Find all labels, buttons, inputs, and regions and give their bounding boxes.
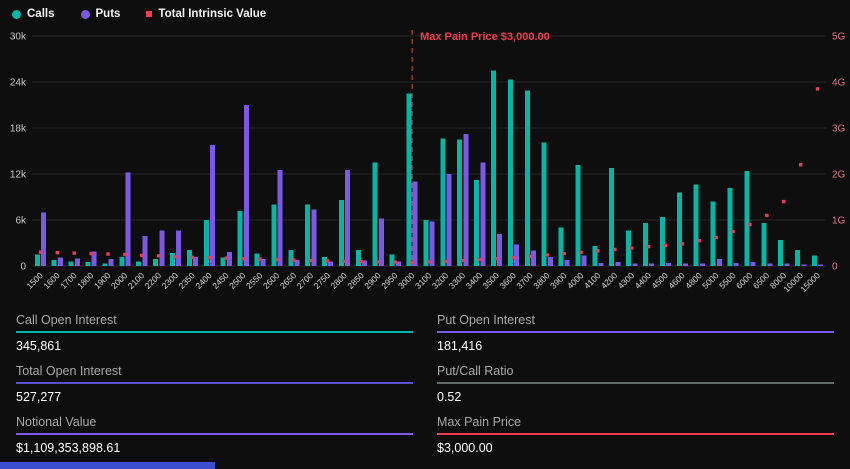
svg-text:4500: 4500 <box>649 270 670 291</box>
legend-item-puts[interactable]: Puts <box>81 8 121 20</box>
legend-item-calls[interactable]: Calls <box>12 8 55 20</box>
svg-text:2300: 2300 <box>160 270 181 291</box>
svg-text:2400: 2400 <box>193 270 214 291</box>
stat-label: Total Open Interest <box>16 359 413 382</box>
svg-text:2600: 2600 <box>261 270 282 291</box>
svg-text:0: 0 <box>832 262 838 273</box>
svg-text:1600: 1600 <box>41 270 62 291</box>
stat-put-open-interest: Put Open Interest 181,416 <box>437 308 834 359</box>
stat-value: 0.52 <box>437 384 834 410</box>
svg-text:30k: 30k <box>10 32 27 43</box>
svg-text:3700: 3700 <box>514 270 535 291</box>
stat-label: Put/Call Ratio <box>437 359 834 382</box>
svg-text:1700: 1700 <box>58 270 79 291</box>
svg-text:1G: 1G <box>832 216 846 227</box>
svg-text:5500: 5500 <box>717 270 738 291</box>
svg-text:4000: 4000 <box>565 270 586 291</box>
stats-panel: Call Open Interest 345,861 Put Open Inte… <box>0 306 850 461</box>
legend-label-calls: Calls <box>27 8 55 20</box>
stat-call-open-interest: Call Open Interest 345,861 <box>16 308 413 359</box>
chart-legend: Calls Puts Total Intrinsic Value <box>0 0 850 26</box>
svg-text:3900: 3900 <box>548 270 569 291</box>
svg-text:18k: 18k <box>10 124 27 135</box>
legend-label-puts: Puts <box>96 8 121 20</box>
svg-text:0: 0 <box>20 262 26 273</box>
svg-text:2700: 2700 <box>295 270 316 291</box>
svg-text:4G: 4G <box>832 78 846 89</box>
svg-text:4100: 4100 <box>582 270 603 291</box>
horizontal-scrollbar-thumb[interactable] <box>0 462 215 469</box>
stat-label: Notional Value <box>16 410 413 433</box>
svg-text:2900: 2900 <box>362 270 383 291</box>
svg-text:1800: 1800 <box>75 270 96 291</box>
svg-text:6k: 6k <box>15 216 27 227</box>
svg-text:2100: 2100 <box>126 270 147 291</box>
stat-total-open-interest: Total Open Interest 527,277 <box>16 359 413 410</box>
svg-text:6500: 6500 <box>751 270 772 291</box>
stat-label: Max Pain Price <box>437 410 834 433</box>
svg-text:1900: 1900 <box>92 270 113 291</box>
stat-notional-value: Notional Value $1,109,353,898.61 <box>16 410 413 461</box>
svg-text:12k: 12k <box>10 170 27 181</box>
svg-text:1500: 1500 <box>24 270 45 291</box>
svg-text:4600: 4600 <box>666 270 687 291</box>
svg-text:2850: 2850 <box>345 270 366 291</box>
svg-text:3200: 3200 <box>430 270 451 291</box>
svg-text:24k: 24k <box>10 78 27 89</box>
stat-value: $3,000.00 <box>437 435 834 461</box>
stat-label: Call Open Interest <box>16 308 413 331</box>
svg-text:2750: 2750 <box>312 270 333 291</box>
svg-text:4200: 4200 <box>599 270 620 291</box>
svg-text:Max Pain Price $3,000.00: Max Pain Price $3,000.00 <box>420 31 550 43</box>
puts-marker-icon <box>81 10 90 19</box>
calls-marker-icon <box>12 10 21 19</box>
stat-value: 181,416 <box>437 333 834 359</box>
stat-value: 345,861 <box>16 333 413 359</box>
svg-text:3600: 3600 <box>497 270 518 291</box>
svg-text:4400: 4400 <box>633 270 654 291</box>
stat-label: Put Open Interest <box>437 308 834 331</box>
svg-text:3000: 3000 <box>396 270 417 291</box>
stat-put-call-ratio: Put/Call Ratio 0.52 <box>437 359 834 410</box>
svg-text:5G: 5G <box>832 32 846 43</box>
svg-text:3300: 3300 <box>447 270 468 291</box>
svg-text:15000: 15000 <box>798 270 822 294</box>
svg-text:2950: 2950 <box>379 270 400 291</box>
svg-text:2500: 2500 <box>227 270 248 291</box>
svg-text:5000: 5000 <box>700 270 721 291</box>
svg-text:3500: 3500 <box>481 270 502 291</box>
svg-text:3800: 3800 <box>531 270 552 291</box>
stat-value: 527,277 <box>16 384 413 410</box>
intrinsic-marker-icon <box>146 11 152 17</box>
stat-value: $1,109,353,898.61 <box>16 435 413 461</box>
svg-text:2450: 2450 <box>210 270 231 291</box>
svg-text:2200: 2200 <box>143 270 164 291</box>
svg-text:3100: 3100 <box>413 270 434 291</box>
options-max-pain-dashboard: Calls Puts Total Intrinsic Value 0 0 6k 1G 1… <box>0 0 850 469</box>
open-interest-chart[interactable]: 0 0 6k 1G 12k 2G 18k 3G 24k 4G 30k 5G Max Pain Price… <box>0 26 850 306</box>
svg-text:2650: 2650 <box>278 270 299 291</box>
svg-text:4300: 4300 <box>616 270 637 291</box>
stat-max-pain-price: Max Pain Price $3,000.00 <box>437 410 834 461</box>
svg-text:3400: 3400 <box>464 270 485 291</box>
svg-text:4800: 4800 <box>683 270 704 291</box>
svg-text:2350: 2350 <box>176 270 197 291</box>
chart-canvas[interactable]: 0 0 6k 1G 12k 2G 18k 3G 24k 4G 30k 5G Max Pain Price… <box>0 26 850 306</box>
svg-text:6000: 6000 <box>734 270 755 291</box>
svg-text:3G: 3G <box>832 124 846 135</box>
svg-text:2550: 2550 <box>244 270 265 291</box>
legend-item-total-intrinsic-value[interactable]: Total Intrinsic Value <box>146 8 266 20</box>
svg-text:2000: 2000 <box>109 270 130 291</box>
legend-label-total-intrinsic-value: Total Intrinsic Value <box>158 8 266 20</box>
svg-text:2800: 2800 <box>328 270 349 291</box>
svg-text:2G: 2G <box>832 170 846 181</box>
